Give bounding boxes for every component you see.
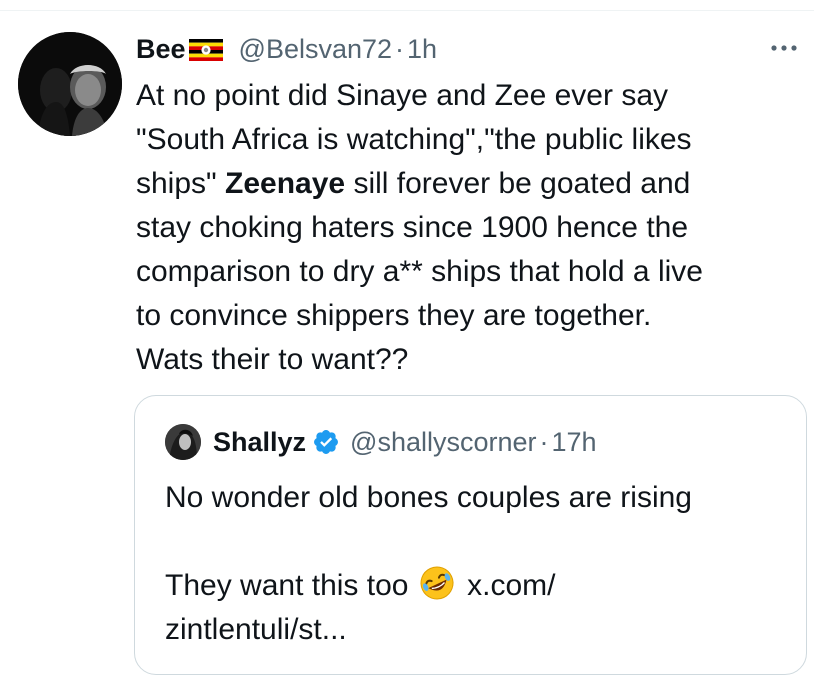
tweet-text-bold: Zeenaye: [225, 167, 346, 200]
tweet-text-line: At no point did Sinaye and Zee ever say: [136, 79, 669, 112]
tweet-text-line: comparison to dry a** ships that hold a …: [136, 255, 703, 288]
tweet-text-line: "South Africa is watching","the public l…: [136, 123, 692, 156]
author-handle[interactable]: @Belsvan72: [239, 34, 393, 65]
quoted-avatar-photo-icon: [165, 424, 201, 460]
quoted-header-separator: ·: [539, 426, 549, 457]
tweet-text-line: stay choking haters since 1900 hence the: [136, 211, 689, 244]
quoted-tweet-timestamp[interactable]: 17h: [552, 427, 597, 458]
quoted-text-link[interactable]: x.com/: [459, 569, 555, 602]
tweet-text-fragment: sill forever be goated and: [345, 167, 691, 200]
rolling-on-floor-laughing-emoji: [419, 565, 455, 601]
quoted-author-avatar[interactable]: [165, 424, 201, 460]
quoted-tweet-header: Shallyz @shallyscorner · 17h: [213, 424, 597, 460]
tweet-timestamp[interactable]: 1h: [407, 34, 437, 65]
tweet-text-line: ships" Zeenaye sill forever be goated an…: [136, 162, 800, 206]
tweet-text-line: Wats their to want??: [136, 343, 409, 376]
tweet-text-fragment: ships": [136, 167, 226, 200]
quoted-tweet-card[interactable]: Shallyz @shallyscorner · 17h No wonder o…: [134, 395, 807, 675]
author-avatar[interactable]: [18, 32, 122, 136]
quoted-text-line: They want this too x.com/: [165, 564, 785, 608]
quoted-text-spacer: [165, 520, 785, 564]
more-options-icon[interactable]: [768, 38, 800, 58]
tweet-text: At no point did Sinaye and Zee ever say …: [136, 74, 800, 382]
quoted-author-handle[interactable]: @shallyscorner: [350, 427, 536, 458]
quoted-text-line: No wonder old bones couples are rising: [165, 481, 692, 514]
top-divider: [0, 10, 814, 11]
tweet-header: Bee @Belsvan72 · 1h: [136, 31, 437, 67]
quoted-author-display-name[interactable]: Shallyz: [213, 427, 306, 458]
quoted-tweet-text: No wonder old bones couples are rising T…: [165, 476, 785, 652]
quoted-text-link-continued[interactable]: zintlentuli/st...: [165, 608, 785, 652]
quoted-text-fragment: They want this too: [165, 569, 417, 602]
tweet-text-line: to convince shippers they are together.: [136, 299, 652, 332]
avatar-photo-icon: [18, 32, 122, 136]
header-separator: ·: [395, 33, 405, 64]
verified-badge-icon: [312, 428, 340, 456]
uganda-flag-icon: [188, 39, 223, 61]
author-display-name[interactable]: Bee: [136, 34, 186, 65]
